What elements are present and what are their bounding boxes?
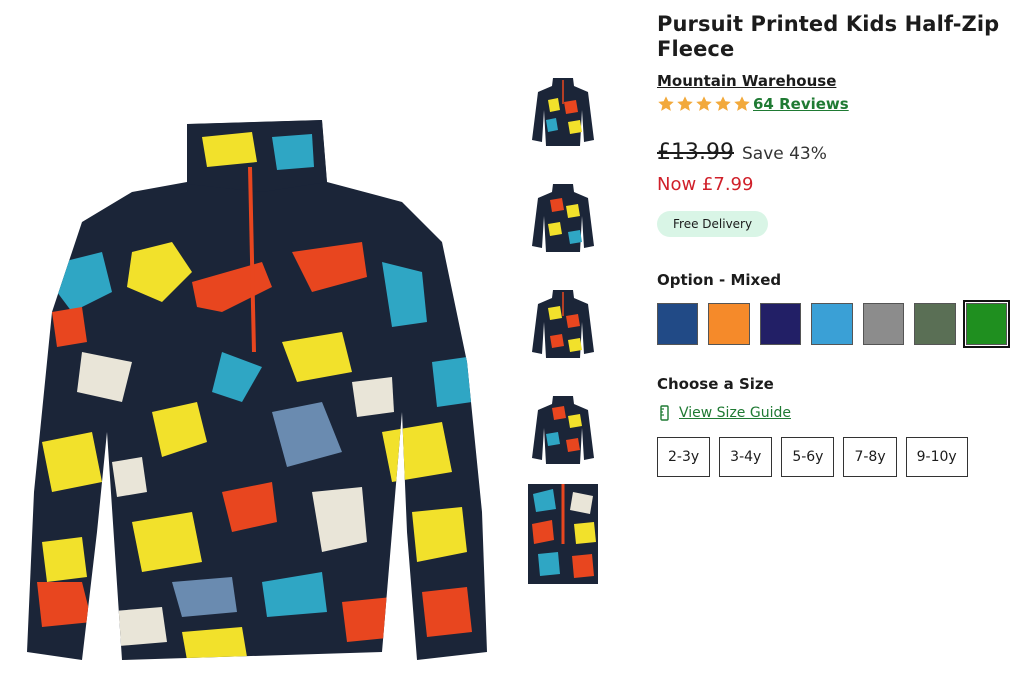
colour-swatch[interactable] — [708, 303, 750, 345]
brand-link[interactable]: Mountain Warehouse — [657, 72, 836, 90]
colour-swatches — [657, 300, 1010, 348]
was-price: £13.99 — [657, 140, 734, 165]
size-button[interactable]: 7-8y — [843, 437, 897, 477]
thumbnail-angle[interactable] — [528, 282, 598, 368]
star-rating — [657, 95, 751, 113]
star-icon — [734, 96, 750, 111]
size-guide-label: View Size Guide — [679, 405, 791, 421]
size-button[interactable]: 2-3y — [657, 437, 711, 477]
reviews-link[interactable]: 64 Reviews — [753, 95, 849, 113]
size-button[interactable]: 3-4y — [719, 437, 773, 477]
ruler-icon — [660, 405, 669, 421]
star-icon — [677, 96, 693, 111]
thumbnail-back[interactable] — [528, 176, 598, 262]
size-guide-link[interactable]: View Size Guide — [657, 405, 1007, 421]
colour-swatch[interactable] — [862, 303, 905, 345]
size-button[interactable]: 5-6y — [781, 437, 835, 477]
price-row: £13.99 Save 43% — [657, 140, 1007, 168]
thumbnail-front[interactable] — [528, 70, 598, 156]
thumbnail-side[interactable] — [528, 388, 598, 474]
product-info: Pursuit Printed Kids Half-Zip Fleece Mou… — [657, 12, 1010, 477]
free-delivery-badge: Free Delivery — [657, 211, 769, 237]
size-label: Choose a Size — [657, 375, 774, 393]
star-icon — [696, 96, 712, 111]
save-percentage: Save 43% — [741, 144, 827, 164]
rating-row: 64 Reviews — [657, 94, 1007, 114]
colour-swatch[interactable] — [811, 303, 853, 345]
colour-swatch[interactable] — [914, 303, 956, 345]
colour-swatch[interactable] — [657, 303, 699, 345]
now-price: Now £7.99 — [657, 174, 754, 195]
size-options: 2-3y 3-4y 5-6y 7-8y 9-10y — [657, 437, 1007, 477]
colour-swatch[interactable] — [759, 303, 802, 345]
thumbnail-detail[interactable] — [528, 484, 598, 584]
product-title: Pursuit Printed Kids Half-Zip Fleece — [657, 12, 1000, 61]
main-product-image[interactable] — [22, 112, 492, 672]
star-icon — [658, 96, 674, 111]
option-label: Option - Mixed — [657, 271, 782, 289]
size-button[interactable]: 9-10y — [905, 437, 968, 477]
colour-swatch[interactable] — [962, 300, 1010, 348]
star-icon — [715, 96, 731, 111]
